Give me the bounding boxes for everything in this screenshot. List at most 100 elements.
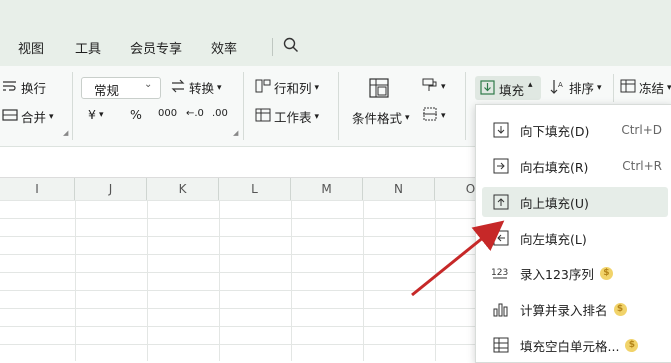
sort-label: 排序 — [569, 81, 595, 96]
ribbon-separator — [338, 72, 339, 140]
conditional-format-button[interactable]: 条件格式 ▾ — [352, 108, 410, 127]
increase-decimal-icon: ←.0 — [186, 108, 204, 119]
freeze-label: 冻结 — [639, 81, 665, 96]
premium-coin-icon: $ — [613, 302, 627, 316]
convert-label: 转换 — [189, 81, 215, 96]
fill-button[interactable]: 填充 ▴ — [475, 76, 541, 100]
convert-button[interactable]: 转换 ▾ — [170, 78, 222, 97]
blank-fill-icon — [490, 336, 512, 354]
menu-item-label: 向上填充(U) — [520, 195, 589, 211]
worksheet-label: 工作表 — [274, 110, 312, 125]
sort-icon: A — [550, 79, 566, 97]
worksheet-button[interactable]: 工作表 ▾ — [255, 107, 319, 126]
chevron-up-icon: ▴ — [528, 80, 533, 90]
fill-icon — [480, 80, 495, 99]
grid-line — [363, 200, 364, 361]
merge-label: 合并 — [21, 110, 47, 125]
menu-item-label: 向左填充(L) — [520, 231, 587, 247]
fill-label: 填充 — [499, 83, 525, 98]
column-header-j[interactable]: J — [75, 178, 147, 200]
chevron-down-icon: ▾ — [217, 82, 222, 93]
annotation-arrow-icon — [411, 220, 505, 297]
chevron-down-icon: ▾ — [597, 82, 602, 93]
percent-icon: % — [130, 107, 142, 122]
worksheet-icon — [255, 108, 271, 125]
tab-tools[interactable]: 工具 — [75, 38, 101, 57]
ribbon-separator — [465, 72, 466, 140]
tab-separator — [272, 38, 273, 56]
menu-tab-bar: 视图 工具 会员专享 效率 — [0, 0, 671, 66]
menu-item-fill-down[interactable]: 向下填充(D) Ctrl+D — [482, 115, 668, 145]
column-header-m[interactable]: M — [291, 178, 363, 200]
chevron-down-icon: ▾ — [405, 112, 410, 123]
conditional-format-label: 条件格式 — [352, 111, 403, 126]
grid-line — [291, 200, 292, 361]
chevron-down-icon: ▾ — [49, 111, 54, 122]
freeze-icon — [620, 79, 636, 96]
wrap-text-button[interactable]: 换行 — [2, 78, 46, 97]
menu-item-label: 计算并录入排名 — [520, 302, 608, 318]
decrease-decimal-icon: .00 — [212, 108, 228, 119]
menu-item-label: 向右填充(R) — [520, 159, 589, 175]
sort-button[interactable]: A 排序 ▾ — [550, 78, 602, 97]
rows-cols-icon — [255, 79, 271, 96]
rows-cols-label: 行和列 — [274, 81, 312, 96]
rows-cols-button[interactable]: 行和列 ▾ — [255, 78, 319, 97]
ribbon-separator — [613, 74, 614, 102]
wrap-icon — [2, 79, 18, 96]
paint-icon — [422, 78, 438, 95]
currency-icon: ¥ — [88, 107, 96, 122]
menu-item-fill-blank[interactable]: 填充空白单元格... $ — [482, 330, 668, 360]
chevron-down-icon: ▾ — [441, 110, 446, 121]
column-header-n[interactable]: N — [363, 178, 435, 200]
wrap-text-label: 换行 — [21, 81, 47, 96]
increase-decimal-button[interactable]: ←.0 — [186, 108, 204, 119]
tab-efficiency[interactable]: 效率 — [211, 38, 237, 57]
ribbon-separator — [243, 72, 244, 140]
thousands-icon: 000 — [158, 108, 178, 119]
chevron-down-icon: ▾ — [314, 111, 320, 122]
percent-button[interactable]: % — [130, 107, 142, 122]
merge-button[interactable]: 合并 ▾ — [2, 107, 54, 126]
menu-item-label: 录入123序列 — [520, 266, 594, 282]
column-header-l[interactable]: L — [219, 178, 291, 200]
shortcut-label: Ctrl+R — [622, 159, 662, 173]
freeze-button[interactable]: 冻结 ▾ — [620, 78, 671, 97]
convert-icon — [170, 79, 186, 96]
expand-corner-icon[interactable]: ◢ — [233, 129, 238, 137]
menu-item-fill-right[interactable]: 向右填充(R) Ctrl+R — [482, 151, 668, 181]
conditional-format-icon[interactable] — [368, 77, 390, 103]
thousands-button[interactable]: 000 — [158, 108, 177, 119]
merge-icon — [2, 108, 18, 125]
number-format-select[interactable]: 常规 ⌄ — [81, 77, 161, 99]
premium-coin-icon: $ — [599, 266, 613, 280]
fill-right-icon — [490, 157, 512, 175]
search-icon[interactable] — [283, 37, 299, 57]
chevron-down-icon: ▾ — [667, 82, 671, 93]
expand-corner-icon[interactable]: ◢ — [63, 129, 68, 137]
currency-button[interactable]: ¥ ▾ — [88, 107, 103, 122]
shortcut-label: Ctrl+D — [621, 123, 662, 137]
number-format-value: 常规 — [94, 83, 120, 98]
fill-down-icon — [490, 121, 512, 139]
chevron-down-icon: ▾ — [98, 109, 104, 120]
column-header-i[interactable]: I — [0, 178, 75, 200]
grid-line — [219, 200, 220, 361]
grid-line — [75, 200, 76, 361]
chevron-down-icon: ▾ — [314, 82, 320, 93]
menu-item-label: 向下填充(D) — [520, 123, 590, 139]
chevron-down-icon: ⌄ — [144, 79, 153, 90]
border-icon — [422, 107, 438, 124]
tab-view[interactable]: 视图 — [18, 38, 44, 57]
menu-item-label: 填充空白单元格... — [520, 338, 620, 354]
grid-line — [147, 200, 148, 361]
border-button[interactable]: ▾ — [422, 107, 446, 124]
chevron-down-icon: ▾ — [441, 81, 446, 92]
ribbon-separator — [72, 72, 73, 140]
svg-text:A: A — [558, 81, 563, 89]
column-header-k[interactable]: K — [147, 178, 219, 200]
style-button[interactable]: ▾ — [422, 78, 446, 95]
tab-member[interactable]: 会员专享 — [130, 38, 182, 57]
decrease-decimal-button[interactable]: .00 — [212, 108, 228, 119]
premium-coin-icon: $ — [625, 338, 639, 352]
